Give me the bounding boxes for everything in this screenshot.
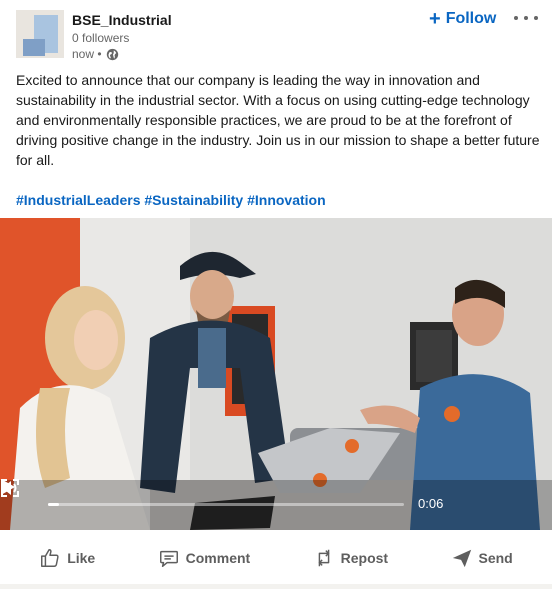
follow-label: Follow bbox=[445, 10, 497, 27]
comment-button[interactable]: Comment bbox=[148, 539, 261, 577]
follow-button[interactable]: + Follow bbox=[429, 8, 497, 30]
more-options-icon[interactable] bbox=[514, 10, 538, 26]
repost-icon bbox=[318, 549, 329, 567]
repost-label: Repost bbox=[340, 550, 389, 566]
post-text: Excited to announce that our company is … bbox=[16, 72, 540, 168]
video-controls: 0:06 bbox=[0, 478, 552, 530]
like-label: Like bbox=[67, 550, 96, 566]
send-icon bbox=[452, 549, 471, 568]
repost-button[interactable]: Repost bbox=[303, 539, 398, 577]
send-button[interactable]: Send bbox=[441, 539, 523, 577]
comment-label: Comment bbox=[185, 550, 251, 566]
follower-count: 0 followers bbox=[72, 31, 130, 45]
video-player[interactable]: 0:06 bbox=[0, 218, 552, 530]
post-time: now • bbox=[72, 47, 102, 61]
post-action-bar: Like Comment Repost Send bbox=[0, 534, 552, 582]
dot bbox=[534, 16, 538, 20]
thumbs-up-icon bbox=[41, 549, 59, 567]
company-logo-icon[interactable] bbox=[16, 10, 64, 58]
send-label: Send bbox=[478, 550, 513, 566]
video-progress-bar[interactable] bbox=[48, 503, 404, 506]
globe-icon bbox=[106, 48, 118, 60]
logo-shape-secondary bbox=[23, 39, 45, 56]
post-header: BSE_Industrial 0 followers now • + Follo… bbox=[16, 8, 538, 62]
hashtag-link[interactable]: #Sustainability bbox=[144, 192, 243, 208]
divider bbox=[0, 584, 552, 589]
author-name[interactable]: BSE_Industrial bbox=[72, 12, 172, 28]
feed-post: BSE_Industrial 0 followers now • + Follo… bbox=[0, 0, 552, 589]
comment-icon bbox=[159, 550, 178, 567]
hashtag-link[interactable]: #IndustrialLeaders bbox=[16, 192, 141, 208]
like-button[interactable]: Like bbox=[29, 539, 105, 577]
post-meta: now • bbox=[72, 47, 119, 61]
dot bbox=[514, 16, 518, 20]
video-progress-fill bbox=[48, 503, 59, 506]
dot bbox=[524, 16, 528, 20]
plus-icon: + bbox=[429, 8, 441, 30]
hashtags: #IndustrialLeaders #Sustainability #Inno… bbox=[16, 190, 326, 210]
fullscreen-icon[interactable] bbox=[0, 478, 20, 498]
video-time: 0:06 bbox=[418, 496, 444, 511]
hashtag-link[interactable]: #Innovation bbox=[247, 192, 326, 208]
